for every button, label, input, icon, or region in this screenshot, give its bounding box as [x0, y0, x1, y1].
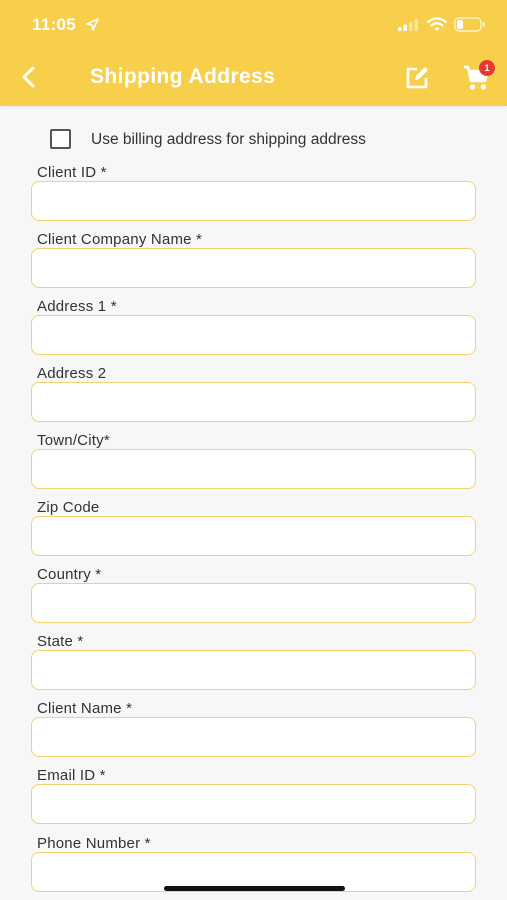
state-label: State *	[37, 633, 84, 650]
edit-icon[interactable]	[403, 64, 431, 92]
phone-number-label: Phone Number *	[37, 835, 151, 852]
zip-code-input[interactable]	[31, 516, 476, 556]
status-bar: 11:05	[0, 0, 507, 50]
town-city-label: Town/City*	[37, 432, 110, 449]
address-2-input[interactable]	[31, 382, 476, 422]
email-id-input[interactable]	[31, 784, 476, 824]
client-name-label: Client Name *	[37, 700, 133, 717]
country-input[interactable]	[31, 583, 476, 623]
address-1-input[interactable]	[31, 315, 476, 355]
client-name-input[interactable]	[31, 717, 476, 757]
email-id-label: Email ID *	[37, 767, 106, 784]
country-label: Country *	[37, 566, 102, 583]
app-header: 11:05 Shipping Address 1	[0, 0, 507, 106]
state-input[interactable]	[31, 650, 476, 690]
wifi-icon	[427, 17, 447, 31]
checkbox-box[interactable]	[50, 129, 71, 149]
client-company-name-label: Client Company Name *	[37, 231, 203, 248]
use-billing-address-label: Use billing address for shipping address	[91, 131, 366, 148]
address-1-label: Address 1 *	[37, 298, 117, 315]
page-title: Shipping Address	[90, 65, 276, 88]
address-2-label: Address 2	[37, 365, 107, 382]
signal-icon	[398, 19, 418, 31]
nav-bar: Shipping Address 1	[0, 50, 507, 106]
cart-count-badge: 1	[479, 60, 495, 76]
battery-icon	[454, 17, 485, 32]
use-billing-address-checkbox[interactable]: Use billing address for shipping address	[50, 128, 470, 150]
home-indicator	[164, 886, 345, 891]
back-button[interactable]	[14, 62, 44, 92]
client-id-input[interactable]	[31, 181, 476, 221]
location-arrow-icon	[86, 18, 99, 31]
status-time: 11:05	[32, 15, 77, 34]
client-company-name-input[interactable]	[31, 248, 476, 288]
shipping-form: Use billing address for shipping address…	[0, 106, 507, 900]
client-id-label: Client ID *	[37, 164, 107, 181]
town-city-input[interactable]	[31, 449, 476, 489]
zip-code-label: Zip Code	[37, 499, 100, 516]
